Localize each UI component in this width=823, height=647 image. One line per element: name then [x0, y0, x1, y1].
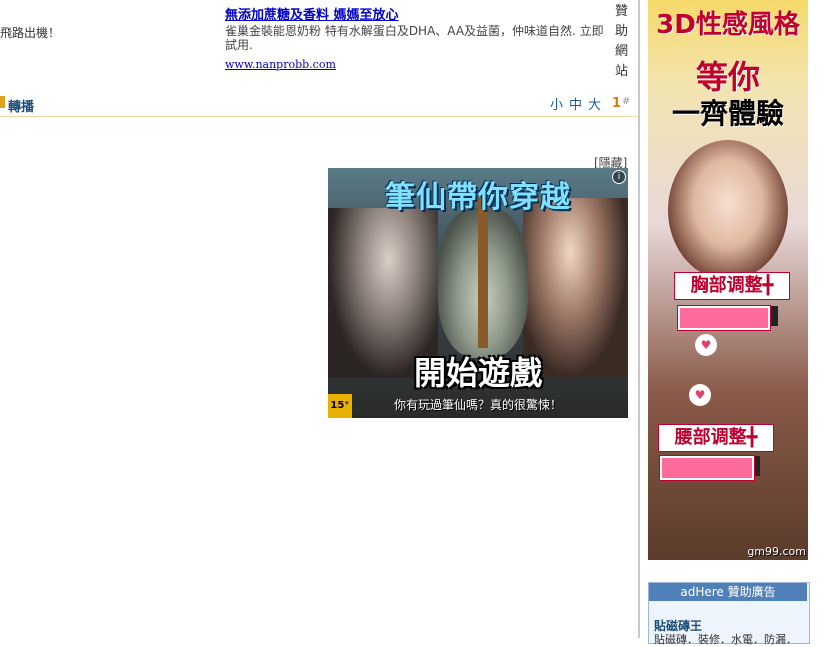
sponsor-char: 站	[615, 64, 629, 79]
heart-icon: ♥	[695, 334, 717, 356]
ad-domain: gm99.com	[747, 545, 806, 558]
font-size-controls: 小中大	[550, 94, 607, 113]
adhere-header: adHere 贊助廣告	[649, 583, 807, 601]
info-icon[interactable]: i	[612, 170, 626, 184]
skyscraper-ad[interactable]: 3D性感風格 等你 一齊體驗 胸部调整╋ ♥ ♥ 腰部调整╋ gm99.com	[648, 0, 808, 560]
floor-number-link[interactable]: 1	[612, 96, 621, 111]
floor-hash: #	[622, 96, 631, 107]
share-button[interactable]: 轉播	[8, 96, 34, 115]
text-ad-title-link[interactable]: 無添加蔗糖及香料 媽媽至放心	[225, 4, 399, 23]
ad-headline: 一齊體驗	[671, 97, 784, 130]
post-divider	[0, 116, 638, 117]
font-size-large-button[interactable]: 大	[588, 98, 603, 113]
sponsor-label: 贊 助 網 站	[615, 2, 631, 82]
column-divider	[638, 0, 640, 638]
text-ad-url-link[interactable]: www.nanprobb.com	[225, 58, 336, 71]
text-ad-description: 雀巢金裝能恩奶粉 特有水解蛋白及DHA、AA及益菌，仲味道自然. 立即試用.	[225, 24, 604, 52]
ad-title: 筆仙帶你穿越	[385, 180, 571, 215]
heart-icon: ♥	[689, 384, 711, 406]
game-banner-ad[interactable]: 筆仙帶你穿越 開始遊戲 15⁺ 你有玩過筆仙嗎？真的很驚悚！ i	[328, 168, 628, 418]
chest-bar-fill[interactable]	[678, 306, 770, 330]
share-icon	[0, 96, 5, 108]
sponsor-char: 網	[615, 44, 629, 59]
chest-adjust-label: 胸部调整╋	[674, 272, 790, 300]
waist-bar-fill[interactable]	[660, 456, 754, 480]
sponsor-char: 贊	[615, 4, 629, 19]
font-size-small-button[interactable]: 小	[550, 98, 565, 113]
font-size-medium-button[interactable]: 中	[569, 98, 584, 113]
post-text: 飛路出機！	[0, 26, 61, 40]
waist-adjust-label: 腰部调整╋	[658, 424, 774, 452]
adhere-item-description: 貼磁磚．裝修．水電．防漏．	[654, 633, 797, 646]
ad-character-image	[668, 140, 788, 280]
ad-headline: 3D性感風格	[656, 10, 800, 40]
ad-image-pen	[478, 198, 488, 348]
start-game-button[interactable]: 開始遊戲	[328, 348, 628, 394]
sponsor-char: 助	[615, 24, 629, 39]
ad-tagline: 你有玩過筆仙嗎？真的很驚悚！	[393, 398, 562, 412]
